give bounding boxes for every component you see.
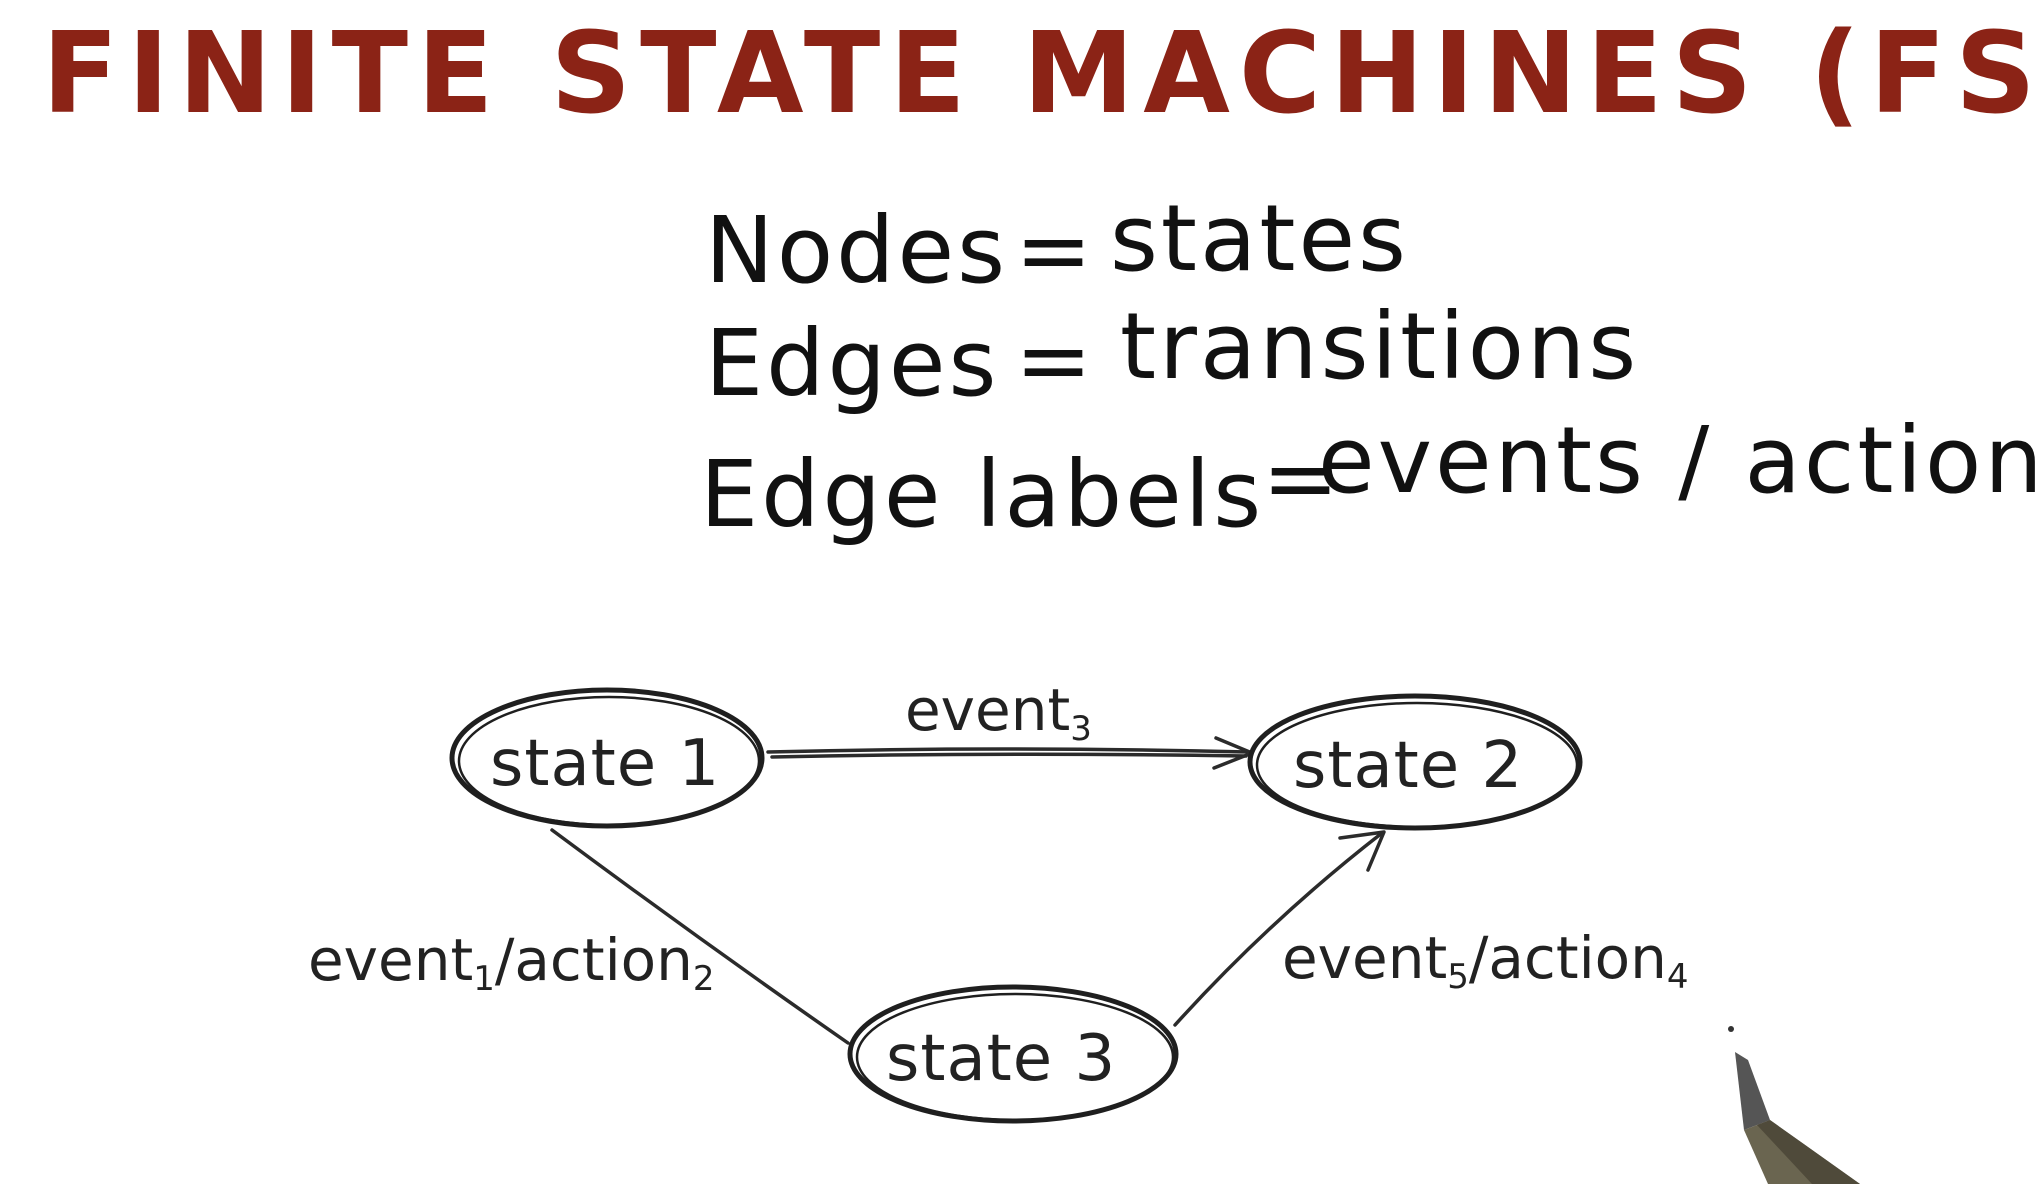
definition-nodes-left: Nodes bbox=[705, 197, 1008, 304]
edge-label-state3-to-state2: event5/action4 bbox=[1282, 924, 1689, 997]
pen-tip bbox=[1735, 1052, 1770, 1130]
page-title: FINITE STATE MACHINES (FSM) bbox=[42, 9, 2038, 139]
definition-nodes-equals: = bbox=[1015, 197, 1095, 304]
edge-label-action2-sub: 2 bbox=[693, 959, 715, 999]
edge-label-event3-event: event bbox=[905, 676, 1070, 744]
edge-label-event5-sub: 5 bbox=[1447, 957, 1469, 997]
state-3-label: state 3 bbox=[886, 1022, 1116, 1096]
edge-state1-to-state2 bbox=[766, 747, 1250, 754]
state-2-node: state 2 bbox=[1247, 693, 1583, 831]
state-2-label: state 2 bbox=[1293, 729, 1523, 803]
edge-label-action2-action: action bbox=[514, 926, 693, 994]
marker-pen-icon bbox=[1728, 1026, 1860, 1184]
definitions-block: Nodes = states Edges = transitions Edge … bbox=[700, 185, 2038, 548]
edge-label-event1-sub: 1 bbox=[473, 959, 495, 999]
definition-labels-right: events / actions bbox=[1318, 407, 2038, 514]
state-3-node: state 3 bbox=[847, 984, 1179, 1124]
pen-dot bbox=[1728, 1026, 1734, 1032]
edge-state1-to-state2-second-stroke bbox=[770, 752, 1248, 759]
edge-label-state1-to-state3: event1/action2 bbox=[308, 926, 715, 999]
state-1-label: state 1 bbox=[490, 727, 720, 801]
edge-label-action4-action: action bbox=[1488, 924, 1667, 992]
edge-label-event5-separator: / bbox=[1469, 924, 1489, 992]
edge-label-state1-to-state2: event3 bbox=[905, 676, 1092, 749]
definition-nodes-right: states bbox=[1110, 185, 1409, 292]
definition-edges-left: Edges bbox=[705, 310, 999, 417]
definition-edges-right: transitions bbox=[1120, 293, 1639, 400]
state-1-node: state 1 bbox=[449, 687, 765, 829]
definition-edges-equals: = bbox=[1015, 307, 1095, 414]
edge-label-action4-sub: 4 bbox=[1667, 957, 1689, 997]
edge-label-event1-separator: / bbox=[495, 926, 515, 994]
definition-labels-left: Edge labels bbox=[700, 441, 1264, 548]
fsm-whiteboard: FINITE STATE MACHINES (FSM) Nodes = stat… bbox=[42, 9, 2038, 1184]
edge-label-event1-event: event bbox=[308, 926, 473, 994]
edge-label-event5-event: event bbox=[1282, 924, 1447, 992]
edge-label-event3-sub: 3 bbox=[1070, 709, 1092, 749]
